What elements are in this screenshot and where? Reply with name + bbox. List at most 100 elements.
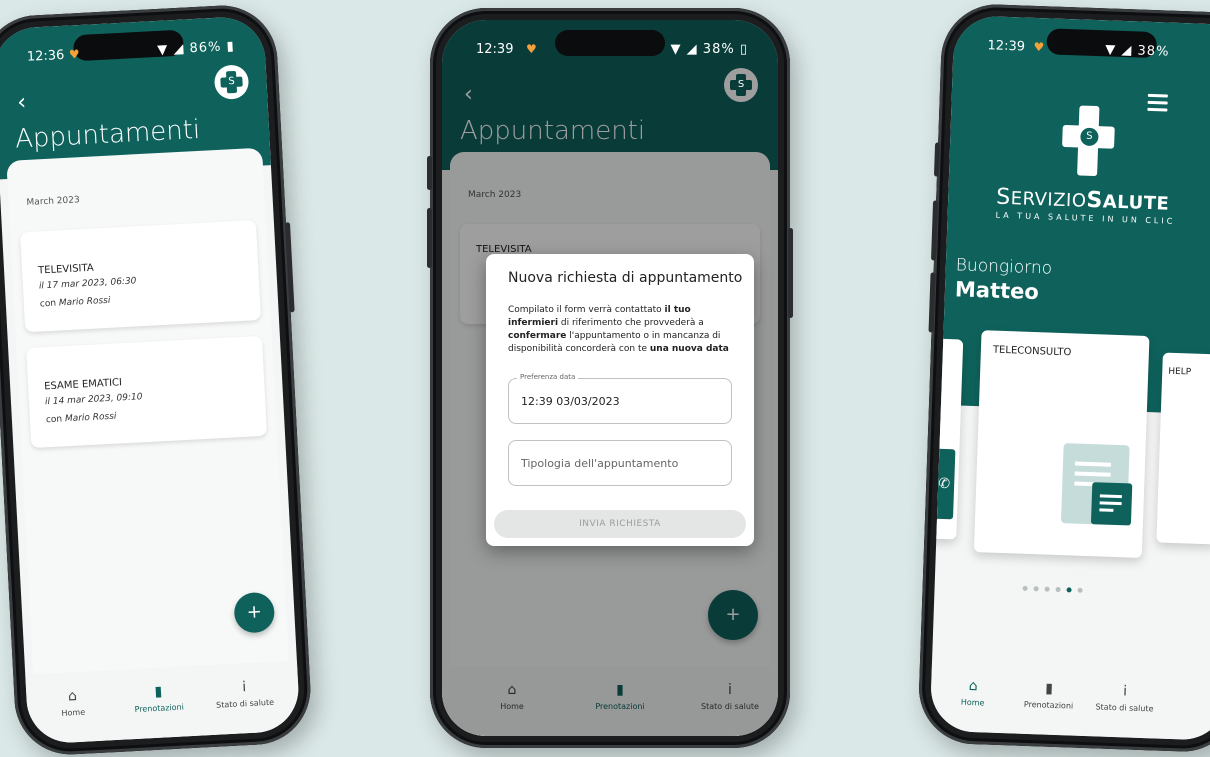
status-icons: ▼ ◢ 38% ▯: [671, 42, 748, 57]
heart-icon: ♥: [526, 42, 537, 56]
screen: 12:39 ♥ ▼ ◢ 38% S SERVIZIOSALUTE LA TUA S…: [929, 15, 1210, 741]
nav-label: Home: [61, 707, 86, 718]
side-button: [933, 142, 941, 177]
side-button: [928, 272, 936, 333]
service-card-left[interactable]: ✆: [929, 337, 964, 540]
side-button: [788, 228, 793, 318]
carousel-dot[interactable]: [1055, 586, 1061, 593]
screen: 12:36 ♥ ▼ ◢ 86% ▮ ‹ S Appuntamenti March …: [0, 15, 301, 745]
bottom-nav: ⌂ Home ▮ Prenotazioni i Stato di salute: [25, 660, 301, 745]
desc-bold: una nuova data: [649, 344, 729, 354]
doctor-name: Mario Rossi: [58, 295, 111, 309]
brand-logo-icon: S: [1061, 105, 1115, 177]
side-button: [284, 222, 295, 313]
bookmark-icon: ▮: [154, 683, 163, 700]
appointment-type: ESAME EMATICI: [43, 377, 123, 393]
desc-part: Compilato il form verrà contattato: [508, 305, 665, 315]
signal-icon: ◢: [1121, 42, 1133, 59]
with-prefix: con: [45, 414, 63, 426]
home-icon: ⌂: [67, 688, 78, 705]
hamburger-menu-icon[interactable]: [1147, 93, 1168, 116]
status-icons: ▼ ◢ 86% ▮: [157, 39, 235, 58]
greeting: Buongiorno: [955, 255, 1053, 279]
date-field-value: 12:39 03/03/2023: [521, 395, 620, 408]
appointment-with: con Mario Rossi: [46, 412, 117, 426]
carousel-dots[interactable]: [934, 573, 1171, 600]
carousel-dot[interactable]: [1033, 586, 1039, 592]
nav-label: Prenotazioni: [1023, 699, 1074, 711]
carousel-dot-active[interactable]: [1066, 587, 1072, 593]
brand-part: S: [995, 184, 1012, 211]
bookmark-icon: ▮: [1044, 680, 1054, 697]
chat-bubble-icon: [1060, 443, 1133, 526]
nav-label: Home: [960, 697, 985, 708]
app-logo-icon: S: [213, 64, 250, 100]
page-title: Appuntamenti: [14, 114, 201, 155]
phone-appointments: 12:36 ♥ ▼ ◢ 86% ▮ ‹ S Appuntamenti March …: [0, 2, 314, 757]
battery-level: 86%: [189, 39, 222, 57]
battery-level: 38%: [1137, 43, 1170, 60]
nav-home[interactable]: ⌂ Home: [32, 686, 113, 719]
person-icon: i: [1122, 683, 1128, 700]
with-prefix: con: [39, 298, 57, 310]
type-field-placeholder: Tipologia dell'appuntamento: [521, 457, 679, 470]
battery-level: 38%: [702, 42, 735, 57]
user-name: Matteo: [954, 277, 1040, 305]
month-label: March 2023: [26, 195, 80, 209]
phone-call-icon: ✆: [932, 448, 956, 520]
status-time: 12:39: [987, 38, 1026, 55]
brand-part: ERVIZIO: [1010, 188, 1087, 212]
desc-part: di riferimento che provvederà a: [558, 318, 704, 328]
nav-prenotazioni[interactable]: ▮ Prenotazioni: [118, 682, 199, 715]
wifi-icon: ▼: [1105, 42, 1117, 58]
date-field-label: Preferenza data: [517, 373, 579, 381]
signal-icon: ◢: [686, 42, 698, 57]
carousel-dot[interactable]: [1077, 587, 1083, 593]
home-icon: ⌂: [968, 677, 978, 695]
card-label: TELECONSULTO: [992, 344, 1072, 359]
new-appointment-dialog: Nuova richiesta di appuntamento Compilat…: [486, 254, 754, 546]
nav-home[interactable]: ⌂ Home: [932, 677, 1013, 709]
back-button[interactable]: ‹: [17, 90, 27, 115]
appointment-card[interactable]: TELEVISITA il 17 mar 2023, 06:30 con Mar…: [20, 220, 262, 333]
brand-part: S: [1086, 187, 1104, 214]
phone-new-appointment: 12:39 ♥ ▼ ◢ 38% ▯ ‹ S Appuntamenti March …: [427, 8, 793, 748]
appointment-date: il 14 mar 2023, 09:10: [44, 392, 143, 408]
desc-bold: confermare: [508, 331, 567, 341]
bottom-nav: ⌂ Home ▮ Prenotazioni i Stato di salute: [929, 660, 1210, 741]
screen: 12:39 ♥ ▼ ◢ 38% ▯ ‹ S Appuntamenti March …: [442, 20, 778, 736]
heart-icon: ♥: [1033, 39, 1045, 55]
carousel-dot[interactable]: [1044, 586, 1050, 592]
status-time: 12:36: [26, 47, 65, 65]
carousel-dot[interactable]: [1022, 585, 1028, 591]
nav-prenotazioni[interactable]: ▮ Prenotazioni: [1008, 679, 1089, 711]
wifi-icon: ▼: [156, 42, 169, 58]
side-button: [931, 200, 939, 261]
send-request-button[interactable]: INVIA RICHIESTA: [494, 510, 746, 538]
appointment-with: con Mario Rossi: [40, 296, 111, 310]
battery-icon: ▯: [739, 42, 748, 57]
dialog-title: Nuova richiesta di appuntamento: [508, 270, 743, 286]
nav-stato-salute[interactable]: i Stato di salute: [1084, 682, 1165, 714]
side-button: [427, 156, 432, 190]
appointment-date: il 17 mar 2023, 06:30: [38, 276, 137, 292]
status-icons: ▼ ◢ 38%: [1105, 42, 1170, 59]
dialog-description: Compilato il form verrà contattato il tu…: [508, 304, 738, 356]
service-card-help[interactable]: HELP: [1156, 352, 1210, 545]
nav-label: Stato di salute: [215, 697, 275, 710]
signal-icon: ◢: [173, 41, 185, 58]
status-bar: 12:39 ♥ ▼ ◢ 38% ▯: [442, 42, 778, 64]
appointments-sheet: March 2023 TELEVISITA il 17 mar 2023, 06…: [6, 147, 293, 745]
nav-label: Prenotazioni: [134, 702, 185, 715]
nav-stato-salute[interactable]: i Stato di salute: [204, 677, 285, 710]
doctor-name: Mario Rossi: [64, 411, 117, 425]
heart-icon: ♥: [68, 47, 80, 62]
service-card-teleconsulto[interactable]: TELECONSULTO: [973, 330, 1150, 558]
date-preference-field[interactable]: Preferenza data 12:39 03/03/2023: [508, 373, 732, 424]
appointment-card[interactable]: ESAME EMATICI il 14 mar 2023, 09:10 con …: [26, 335, 268, 449]
person-icon: i: [241, 679, 247, 696]
status-bar: 12:39 ♥ ▼ ◢ 38%: [953, 37, 1210, 69]
battery-icon: ▮: [226, 38, 236, 55]
phone-home: 12:39 ♥ ▼ ◢ 38% S SERVIZIOSALUTE LA TUA S…: [917, 2, 1210, 754]
appointment-type-field[interactable]: Tipologia dell'appuntamento: [508, 440, 732, 486]
